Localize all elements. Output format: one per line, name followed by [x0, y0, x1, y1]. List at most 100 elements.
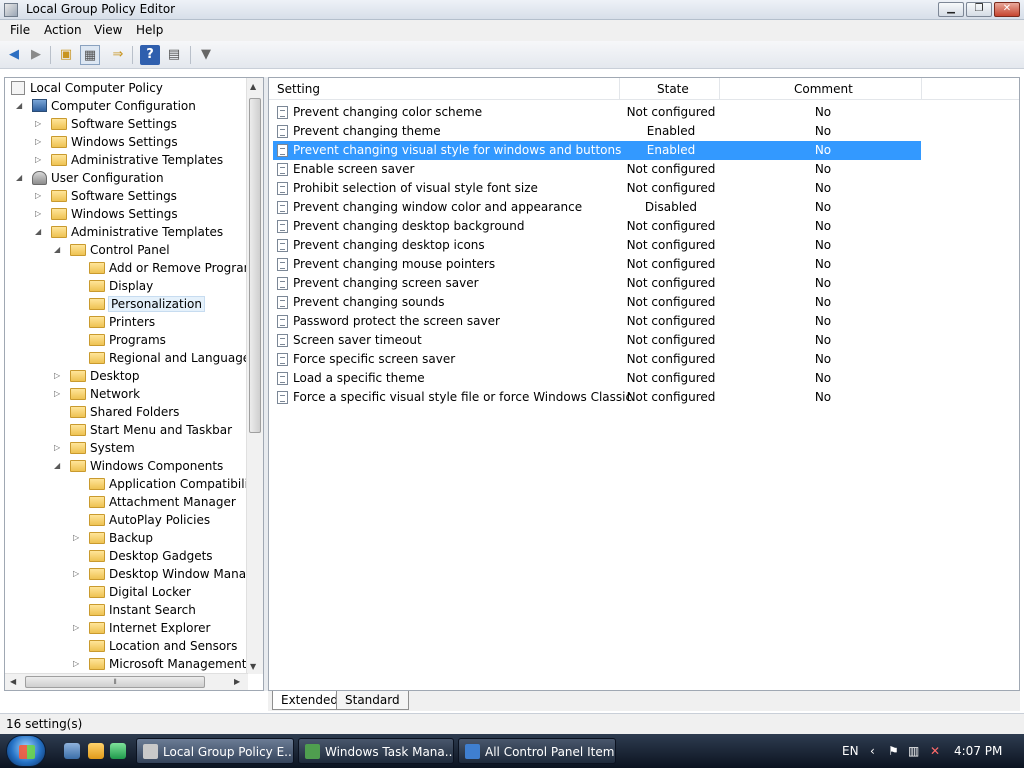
column-divider[interactable]: [921, 78, 922, 100]
tree-item[interactable]: ◢ Administrative Templates: [35, 223, 223, 241]
tree-item[interactable]: Personalization: [89, 295, 205, 313]
flag-icon[interactable]: ⚑: [888, 744, 899, 758]
collapsed-arrow-icon[interactable]: ▷: [73, 619, 83, 637]
chevron-left-icon[interactable]: ‹: [870, 744, 875, 758]
tree-item[interactable]: Shared Folders: [70, 403, 179, 421]
tree-item[interactable]: ◢ Control Panel: [54, 241, 170, 259]
tree-item[interactable]: ▷ Network: [54, 385, 140, 403]
column-header-state[interactable]: State: [657, 82, 689, 96]
tree-pane[interactable]: Local Computer Policy ◢ Computer Configura…: [4, 77, 264, 691]
tree-item[interactable]: AutoPlay Policies: [89, 511, 210, 529]
list-item[interactable]: Force a specific visual style file or fo…: [273, 388, 921, 407]
tree-item[interactable]: Local Computer Policy: [11, 79, 163, 97]
list-item[interactable]: Screen saver timeout Not configured No: [273, 331, 921, 350]
column-divider[interactable]: [619, 78, 620, 100]
tree-item[interactable]: ▷ Windows Settings: [35, 133, 178, 151]
tree-item[interactable]: ▷ Administrative Templates: [35, 151, 223, 169]
help-icon[interactable]: ?: [140, 45, 160, 65]
tree-item[interactable]: ◢ Computer Configuration: [16, 97, 196, 115]
column-header-setting[interactable]: Setting: [277, 82, 320, 96]
tree-item[interactable]: Application Compatibility: [89, 475, 260, 493]
list-item[interactable]: Prevent changing sounds Not configured No: [273, 293, 921, 312]
tree-item[interactable]: Digital Locker: [89, 583, 191, 601]
scroll-left-arrow-icon[interactable]: ◀: [10, 677, 16, 686]
list-item[interactable]: Enable screen saver Not configured No: [273, 160, 921, 179]
tree-item[interactable]: Location and Sensors: [89, 637, 237, 655]
minimize-button[interactable]: ▁: [938, 2, 964, 17]
switch-windows-icon[interactable]: [110, 743, 126, 759]
tree-item[interactable]: ◢ Windows Components: [54, 457, 223, 475]
list-item[interactable]: Prevent changing mouse pointers Not confi…: [273, 255, 921, 274]
list-item[interactable]: Force specific screen saver Not configure…: [273, 350, 921, 369]
show-hide-tree-icon[interactable]: ▦: [80, 45, 100, 65]
show-desktop-icon[interactable]: [64, 743, 80, 759]
forward-arrow-icon[interactable]: ▶: [26, 45, 46, 65]
start-button[interactable]: [6, 735, 46, 767]
up-folder-icon[interactable]: ▣: [56, 45, 76, 65]
close-button[interactable]: ✕: [994, 2, 1020, 17]
media-player-icon[interactable]: [88, 743, 104, 759]
tree-item[interactable]: Add or Remove Programs: [89, 259, 262, 277]
collapsed-arrow-icon[interactable]: ▷: [35, 187, 45, 205]
volume-muted-icon[interactable]: ✕: [930, 744, 940, 758]
collapsed-arrow-icon[interactable]: ▷: [54, 385, 64, 403]
scroll-right-arrow-icon[interactable]: ▶: [234, 677, 240, 686]
tree-horizontal-scrollbar[interactable]: ◀ ⦀ ▶: [5, 673, 248, 690]
collapsed-arrow-icon[interactable]: ▷: [35, 115, 45, 133]
collapsed-arrow-icon[interactable]: ▷: [73, 529, 83, 547]
maximize-button[interactable]: ❐: [966, 2, 992, 17]
collapsed-arrow-icon[interactable]: ▷: [35, 151, 45, 169]
tree-item[interactable]: Regional and Language Op: [89, 349, 263, 367]
expanded-arrow-icon[interactable]: ◢: [16, 97, 26, 115]
tree-item[interactable]: ▷ System: [54, 439, 135, 457]
list-item[interactable]: Prevent changing desktop icons Not config…: [273, 236, 921, 255]
export-list-icon[interactable]: ⇒: [108, 45, 128, 65]
tree-item[interactable]: Start Menu and Taskbar: [70, 421, 232, 439]
tree-item[interactable]: Display: [89, 277, 153, 295]
menu-action[interactable]: Action: [44, 23, 82, 37]
collapsed-arrow-icon[interactable]: ▷: [54, 439, 64, 457]
menu-help[interactable]: Help: [136, 23, 163, 37]
menu-view[interactable]: View: [94, 23, 122, 37]
column-divider[interactable]: [719, 78, 720, 100]
list-item[interactable]: Prevent changing theme Enabled No: [273, 122, 921, 141]
tree-item[interactable]: Instant Search: [89, 601, 196, 619]
tree-item[interactable]: ▷ Software Settings: [35, 187, 177, 205]
tree-item[interactable]: ▷ Desktop: [54, 367, 140, 385]
tree-item[interactable]: ◢ User Configuration: [16, 169, 164, 187]
collapsed-arrow-icon[interactable]: ▷: [73, 655, 83, 673]
list-item[interactable]: Prevent changing window color and appear…: [273, 198, 921, 217]
list-item[interactable]: Prohibit selection of visual style font …: [273, 179, 921, 198]
tree-item[interactable]: ▷ Backup: [73, 529, 153, 547]
list-item[interactable]: Password protect the screen saver Not con…: [273, 312, 921, 331]
tree-item[interactable]: Desktop Gadgets: [89, 547, 213, 565]
collapsed-arrow-icon[interactable]: ▷: [35, 205, 45, 223]
tab-standard[interactable]: Standard: [336, 691, 409, 710]
tree-scroll-thumb[interactable]: [249, 98, 261, 433]
scroll-up-arrow-icon[interactable]: ▲: [250, 82, 256, 91]
tree-item[interactable]: ▷ Desktop Window Manager: [73, 565, 263, 583]
list-item[interactable]: Prevent changing screen saver Not configu…: [273, 274, 921, 293]
tree-item[interactable]: ▷ Software Settings: [35, 115, 177, 133]
scroll-down-arrow-icon[interactable]: ▼: [250, 662, 256, 671]
column-header-comment[interactable]: Comment: [794, 82, 853, 96]
tree-item[interactable]: ▷ Internet Explorer: [73, 619, 210, 637]
tree-item[interactable]: ▷ Microsoft Management Co: [73, 655, 263, 673]
language-indicator[interactable]: EN: [842, 744, 859, 758]
taskbar-button-control-panel[interactable]: All Control Panel Items: [458, 738, 616, 764]
taskbar-button-group-policy[interactable]: Local Group Policy E...: [136, 738, 294, 764]
list-item[interactable]: Prevent changing desktop background Not c…: [273, 217, 921, 236]
collapsed-arrow-icon[interactable]: ▷: [35, 133, 45, 151]
network-icon[interactable]: ▥: [908, 744, 919, 758]
taskbar-button-task-manager[interactable]: Windows Task Mana...: [298, 738, 454, 764]
menu-file[interactable]: File: [10, 23, 30, 37]
clock[interactable]: 4:07 PM: [954, 744, 1002, 758]
filter-icon[interactable]: ▼: [196, 45, 216, 65]
tree-hscroll-thumb[interactable]: ⦀: [25, 676, 205, 688]
list-item[interactable]: Load a specific theme Not configured No: [273, 369, 921, 388]
list-item[interactable]: Prevent changing color scheme Not configu…: [273, 103, 921, 122]
tree-item[interactable]: Programs: [89, 331, 166, 349]
collapsed-arrow-icon[interactable]: ▷: [54, 367, 64, 385]
tree-vertical-scrollbar[interactable]: ▲ ▼: [246, 78, 263, 674]
expanded-arrow-icon[interactable]: ◢: [16, 169, 26, 187]
